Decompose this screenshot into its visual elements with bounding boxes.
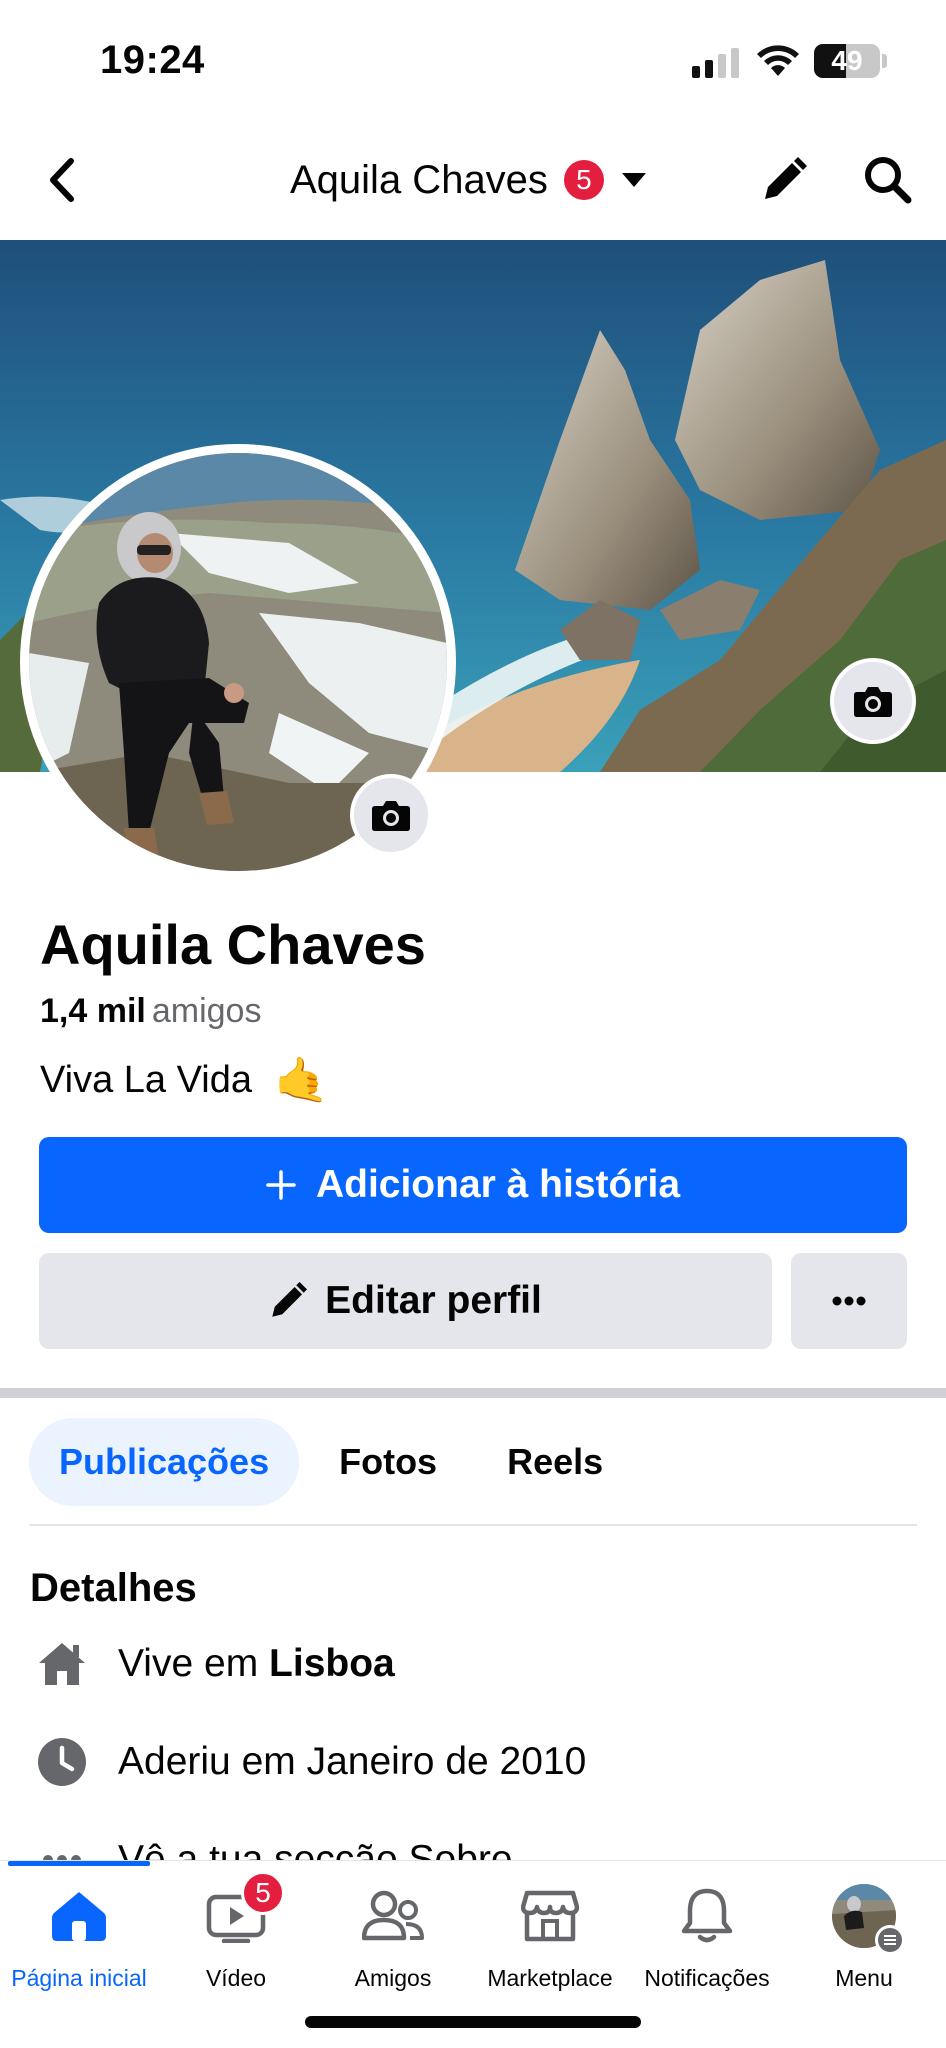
wifi-icon [757,45,799,76]
caret-down-icon [614,160,654,200]
header-title: Aquila Chaves [290,157,548,202]
detail-joined: Aderiu em Janeiro de 2010 [36,1736,586,1788]
tab-marketplace-label: Marketplace [487,1965,613,1991]
search-icon [865,157,912,204]
tab-notifications-label: Notificações [644,1965,770,1991]
active-tab-indicator [8,1861,150,1866]
tab-video[interactable]: 5 Vídeo [157,1871,315,2005]
tab-reels[interactable]: Reels [477,1418,633,1506]
friends-icon [358,1881,428,1951]
tab-home-label: Página inicial [11,1965,147,1991]
change-profile-picture-button[interactable] [350,774,432,856]
tab-publicacoes[interactable]: Publicações [29,1418,300,1506]
tab-notifications[interactable]: Notificações [628,1875,786,2005]
tab-menu-label: Menu [835,1965,893,1991]
add-to-story-label: Adicionar à história [315,1163,681,1206]
status-time: 19:24 [100,38,205,82]
marketplace-icon [515,1881,585,1951]
friends-label: amigos [151,992,262,1030]
profile-switcher[interactable]: Aquila Chaves 5 [290,150,654,210]
tab-friends[interactable]: Amigos [314,1875,472,2005]
add-to-story-button[interactable]: Adicionar à história [39,1137,907,1233]
edit-profile-button[interactable]: Editar perfil [39,1253,772,1349]
clock-icon [36,1736,88,1788]
friends-count: 1,4 mil [40,992,146,1030]
profile-bio: Viva La Vida 🤙 [40,1054,329,1106]
plus-icon [266,1170,296,1200]
joined-text: Aderiu em Janeiro de 2010 [118,1740,587,1783]
about-text: Vê a tua secção Sobre [118,1838,513,1862]
search-button[interactable] [856,148,920,212]
edit-profile-label: Editar perfil [325,1279,542,1322]
lives-city: Lisboa [269,1642,395,1685]
battery-percent: 49 [831,45,863,76]
details-heading: Detalhes [30,1566,197,1610]
tab-fotos[interactable]: Fotos [309,1418,467,1506]
pencil-icon [272,1282,308,1317]
call-me-hand-emoji: 🤙 [274,1056,329,1105]
edit-button[interactable] [752,148,816,212]
change-cover-photo-button[interactable] [830,658,916,744]
status-bar: 19:24 49 [0,0,946,120]
hamburger-icon [875,1925,905,1955]
bell-icon [672,1881,742,1951]
tab-marketplace[interactable]: Marketplace [471,1875,629,2005]
profile-header: Aquila Chaves 5 [0,120,946,240]
detail-lives-in: Vive em Lisboa [36,1638,395,1690]
camera-icon [854,687,892,717]
battery-icon: 49 [814,44,880,78]
video-badge: 5 [241,1871,285,1915]
home-indicator [305,2016,641,2028]
cellular-signal-icon [692,48,739,78]
more-options-button[interactable] [791,1253,907,1349]
home-icon [44,1881,114,1951]
friends-count-link[interactable]: 1,4 mil amigos [40,992,261,1031]
notification-badge: 5 [563,160,604,200]
section-divider [0,1388,946,1398]
video-icon: 5 [201,1871,285,1951]
profile-tabs: Publicações Fotos Reels [29,1418,633,1506]
about-section-link[interactable]: Vê a tua secção Sobre [0,1834,946,1862]
tabs-divider [29,1524,917,1526]
tab-friends-label: Amigos [354,1965,432,1991]
battery-tip [882,54,887,68]
back-button[interactable] [36,150,88,210]
bio-text: Viva La Vida [40,1058,252,1101]
more-dots-icon [832,1296,866,1306]
lives-prefix: Vive em [118,1642,259,1685]
profile-name: Aquila Chaves [40,913,426,976]
tab-video-label: Vídeo [205,1965,267,1991]
chevron-left-icon [50,158,74,202]
camera-icon [372,801,410,831]
home-icon [36,1638,88,1690]
tab-menu[interactable]: Menu [785,1875,943,2005]
pencil-icon [765,157,807,199]
tab-home[interactable]: Página inicial [0,1875,158,2005]
